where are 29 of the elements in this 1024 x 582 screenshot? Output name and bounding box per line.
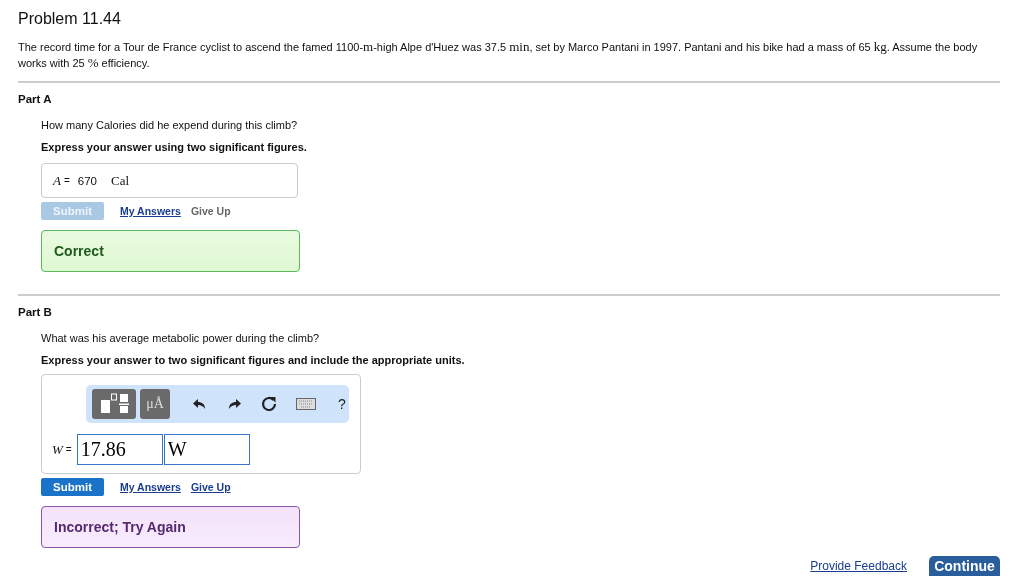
- reset-icon[interactable]: [260, 395, 278, 413]
- submit-button[interactable]: Submit: [41, 478, 104, 496]
- value-input[interactable]: 17.86: [76, 434, 163, 465]
- question-text: How many Calories did he expend during this climb?: [41, 119, 298, 131]
- equals-sign: =: [63, 175, 70, 186]
- answer-unit: Cal: [111, 172, 130, 189]
- instruction-text: Express your answer using two significant figures.: [41, 141, 307, 153]
- answer-value: 670: [77, 174, 97, 187]
- feedback-message: Incorrect; Try Again: [41, 506, 300, 548]
- units-button[interactable]: μÅ: [140, 389, 170, 419]
- my-answers-link[interactable]: My Answers: [120, 205, 181, 217]
- problem-title: Problem 11.44: [18, 10, 122, 28]
- problem-text: The record time for a Tour de France cyclist to ascend the famed 1100-m-high Alpe d'Huez was 37.5 min, set by Marco Pantani in 1997. Pantani and his bike had a mass of 65 kg. Assume the body works with 25 % efficiency.: [18, 39, 979, 71]
- part-heading: Part A: [18, 93, 53, 105]
- continue-button[interactable]: Continue: [929, 556, 1000, 576]
- keyboard-icon[interactable]: [296, 398, 316, 410]
- feedback-message: Correct: [41, 230, 300, 272]
- question-text: What was his average metabolic power during the climb?: [41, 332, 320, 344]
- variable-label: W: [52, 441, 63, 458]
- unit-input[interactable]: W: [163, 434, 250, 465]
- part-heading: Part B: [18, 306, 53, 318]
- instruction-text: Express your answer to two significant figures and include the appropriate units.: [41, 354, 465, 366]
- my-answers-link[interactable]: My Answers: [120, 481, 181, 493]
- equals-sign: =: [65, 444, 72, 455]
- template-button[interactable]: [92, 389, 136, 419]
- variable-label: A: [53, 172, 61, 189]
- provide-feedback-link[interactable]: Provide Feedback: [810, 559, 907, 573]
- give-up-link[interactable]: Give Up: [190, 481, 231, 493]
- help-button[interactable]: ?: [336, 396, 348, 412]
